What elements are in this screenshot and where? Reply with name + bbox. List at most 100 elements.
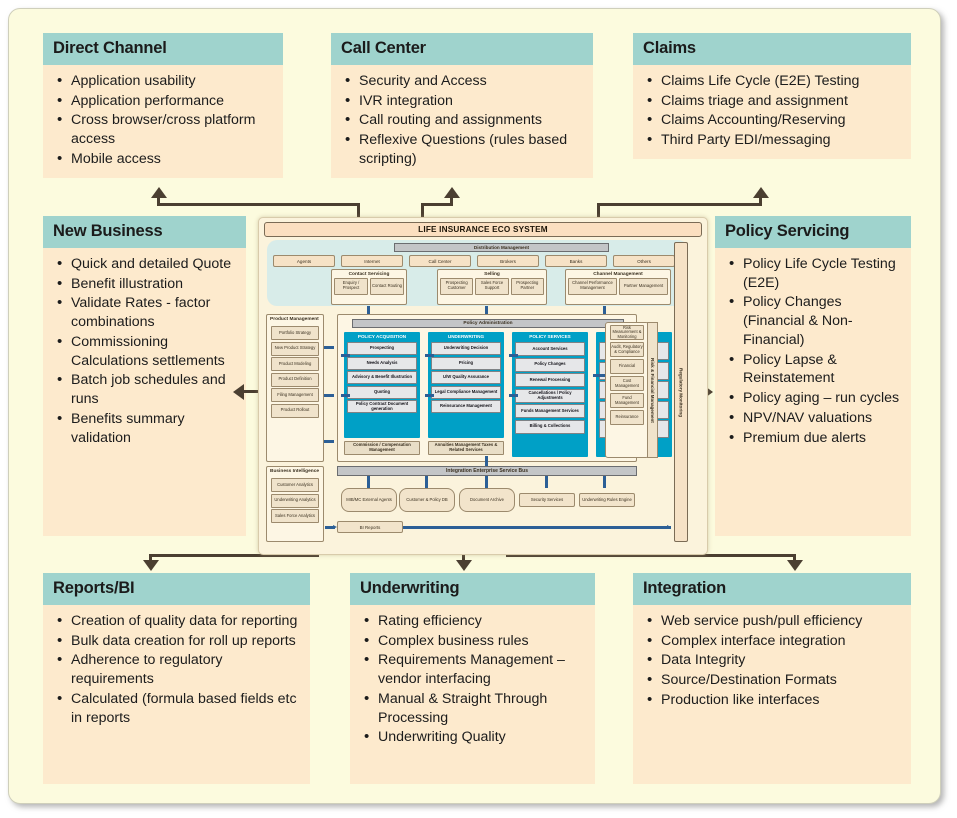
policy-admin-connector xyxy=(367,306,370,314)
capability-title: Direct Channel xyxy=(43,33,283,65)
inter-column-connector xyxy=(341,354,350,357)
column-cell: Audit, Regulatory & Compliance xyxy=(610,342,644,357)
column-cell: Advisory & Benefit Illustration xyxy=(347,371,417,385)
list-item: Claims Life Cycle (E2E) Testing xyxy=(647,71,903,91)
column-cell: Funds Management Services xyxy=(515,404,585,419)
inter-column-connector xyxy=(425,394,434,397)
list-item: Calculated (formula based fields etc in … xyxy=(57,689,302,727)
capability-box-policy-servicing: Policy Servicing Policy Life Cycle Testi… xyxy=(715,216,911,536)
capability-title: New Business xyxy=(43,216,246,248)
connector-arrow-direct-channel xyxy=(151,187,167,198)
channel-chip-banks: Banks xyxy=(545,255,607,267)
column-title: Business Intelligence xyxy=(270,469,320,474)
group-cell: Sales Force Support xyxy=(475,277,509,295)
column-underwriting: UNDERWRITING Underwriting Decision Prici… xyxy=(428,332,504,438)
risk-financial-management-label-text: Risk & Financial Management xyxy=(650,357,655,423)
inter-column-connector xyxy=(341,394,350,397)
column-cell: New Product Strategy xyxy=(271,341,319,356)
connector-arrow-call-center xyxy=(444,187,460,198)
bi-reports-arrow-icon xyxy=(333,524,337,529)
list-item: Commissioning Calculations settlements xyxy=(57,332,238,370)
list-item: Benefits summary validation xyxy=(57,409,238,447)
column-cell: Pricing xyxy=(431,356,501,370)
capability-list: Creation of quality data for reporting B… xyxy=(43,605,310,784)
list-item: Manual & Straight Through Processing xyxy=(364,689,587,727)
service-box-customer-policy-db: Customer & Policy DB xyxy=(399,488,455,512)
column-cell: Underwriting Analytics xyxy=(271,493,319,508)
group-channel-management: Channel Management Channel Performance M… xyxy=(565,269,671,305)
connector-line xyxy=(421,203,453,206)
policy-admin-connector xyxy=(485,306,488,314)
list-item: Policy Changes (Financial & Non-Financia… xyxy=(729,292,903,349)
column-cell: Cost Management xyxy=(610,376,644,391)
esb-connector xyxy=(425,476,428,488)
column-cell: Legal Compliance Management xyxy=(431,385,501,399)
capability-title: Call Center xyxy=(331,33,593,65)
list-item: Data Integrity xyxy=(647,650,903,670)
distribution-management-header: Distribution Management xyxy=(394,243,609,252)
list-item: Security and Access xyxy=(345,71,585,91)
column-cell: Reinsurance Management xyxy=(431,400,501,414)
regulatory-monitoring-bar: Regulatory Monitoring xyxy=(674,242,688,542)
capability-title: Underwriting xyxy=(350,573,595,605)
esb-connector xyxy=(545,476,548,488)
list-item: Policy aging – run cycles xyxy=(729,388,903,408)
column-cell: Cancellations / Policy Adjustments xyxy=(515,388,585,403)
column-cell: Underwriting Decision xyxy=(431,342,501,356)
capability-box-call-center: Call Center Security and Access IVR inte… xyxy=(331,33,593,178)
bi-reports-box: BI Reports xyxy=(337,521,403,533)
inter-column-connector xyxy=(509,394,518,397)
list-item: Rating efficiency xyxy=(364,611,587,631)
capability-box-underwriting: Underwriting Rating efficiency Complex b… xyxy=(350,573,595,784)
capability-list: Quick and detailed Quote Benefit illustr… xyxy=(43,248,246,536)
list-item: Underwriting Quality xyxy=(364,727,587,747)
connector-line xyxy=(157,203,360,206)
connector-line xyxy=(597,203,762,206)
channel-chip-internet: Internet xyxy=(341,255,403,267)
column-cell: Reinsurance xyxy=(610,410,644,425)
column-title: UNDERWRITING xyxy=(447,334,485,339)
group-cell: Contact Routing xyxy=(370,277,404,295)
list-item: Source/Destination Formats xyxy=(647,670,903,690)
capability-box-reports-bi: Reports/BI Creation of quality data for … xyxy=(43,573,310,784)
column-cell: Filing Management xyxy=(271,388,319,403)
group-cell: Channel Performance Management xyxy=(568,277,617,295)
column-cell: Risk Measurement & Monitoring xyxy=(610,325,644,340)
list-item: Policy Lapse & Reinstatement xyxy=(729,350,903,388)
product-mgmt-connector xyxy=(324,440,334,443)
esb-connector xyxy=(485,456,488,466)
group-cell: Enquiry / Prospect xyxy=(334,277,368,295)
column-title: Product Management xyxy=(270,317,319,322)
product-management-column: Product Management Portfolio Strategy Ne… xyxy=(266,314,324,462)
list-item: Quick and detailed Quote xyxy=(57,254,238,274)
capability-box-claims: Claims Claims Life Cycle (E2E) Testing C… xyxy=(633,33,911,159)
footer-annuities-management: Annuities Management Taxes & Related Ser… xyxy=(428,441,504,455)
bi-reports-arrow-icon xyxy=(667,524,671,529)
list-item: Call routing and assignments xyxy=(345,110,585,130)
capability-list: Security and Access IVR integration Call… xyxy=(331,65,593,178)
capability-title: Policy Servicing xyxy=(715,216,911,248)
list-item: Complex interface integration xyxy=(647,631,903,651)
column-policy-acquisition: POLICY ACQUISITION Prospecting Needs Ana… xyxy=(344,332,420,438)
group-cell: Prospecting Customer xyxy=(440,277,474,295)
list-item: Application usability xyxy=(57,71,275,91)
column-cell: Policy Contract Document generation xyxy=(347,400,417,414)
footer-commission-management: Commission / Compensation Management xyxy=(344,441,420,455)
list-item: Requirements Management – vendor interfa… xyxy=(364,650,587,688)
list-item: Claims triage and assignment xyxy=(647,91,903,111)
service-box-security-services: Security Services xyxy=(519,493,575,507)
inter-column-connector xyxy=(425,354,434,357)
list-item: Benefit illustration xyxy=(57,274,238,294)
column-cell: Billing & Collections xyxy=(515,419,585,434)
column-cell: Portfolio Strategy xyxy=(271,326,319,341)
channel-chip-brokers: Brokers xyxy=(477,255,539,267)
column-cell: Needs Analysis xyxy=(347,356,417,370)
risk-financial-management-label: Risk & Financial Management xyxy=(647,322,658,458)
capability-title: Reports/BI xyxy=(43,573,310,605)
list-item: Reflexive Questions (rules based scripti… xyxy=(345,130,585,168)
list-item: Batch job schedules and runs xyxy=(57,370,238,408)
list-item: Complex business rules xyxy=(364,631,587,651)
list-item: Third Party EDI/messaging xyxy=(647,130,903,150)
product-mgmt-connector xyxy=(324,346,334,349)
regulatory-monitoring-label: Regulatory Monitoring xyxy=(678,367,684,417)
